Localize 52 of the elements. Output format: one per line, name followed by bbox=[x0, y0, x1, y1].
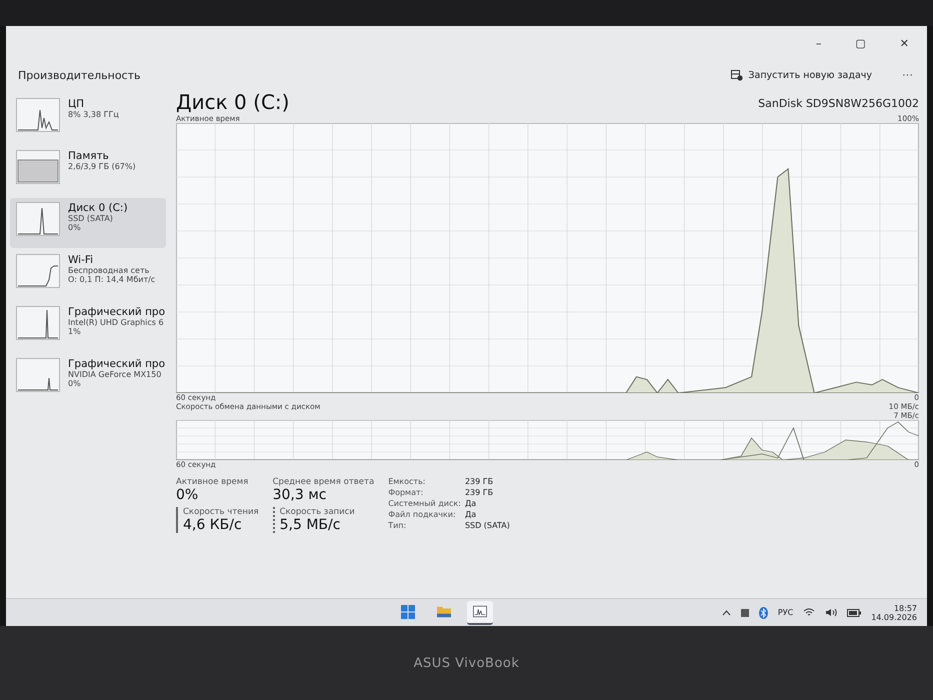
property-label: Системный диск: bbox=[388, 499, 461, 508]
close-button[interactable]: ✕ bbox=[894, 34, 915, 52]
sidebar-item[interactable]: ЦП 8% 3,38 ГГц bbox=[10, 94, 166, 144]
clock[interactable]: 18:57 14.09.2026 bbox=[871, 604, 917, 622]
new-task-icon bbox=[731, 70, 744, 80]
property-label: Тип: bbox=[388, 521, 408, 530]
square-icon[interactable] bbox=[740, 608, 749, 616]
folder-icon bbox=[436, 605, 451, 618]
windows-logo-icon bbox=[400, 604, 415, 618]
stat-value: 5,5 МБ/с bbox=[280, 517, 342, 533]
sidebar-item[interactable]: Wi-Fi Беспроводная сеть О: 0,1 П: 14,4 Мбит/с bbox=[10, 250, 166, 300]
property-label: Формат: bbox=[388, 488, 424, 497]
wifi-icon[interactable] bbox=[803, 608, 816, 617]
language-indicator[interactable]: РУС bbox=[778, 608, 794, 617]
stat-value: 4,6 КБ/с bbox=[183, 517, 243, 533]
property-label: Файл подкачки: bbox=[388, 510, 457, 519]
mini-graph-icon bbox=[16, 98, 60, 132]
mini-graph-icon bbox=[16, 150, 60, 184]
stat-value: 30,3 мс bbox=[272, 487, 328, 503]
section-title: Производительность bbox=[18, 68, 142, 82]
battery-icon[interactable] bbox=[847, 608, 862, 616]
stat-label: Скорость записи bbox=[280, 507, 356, 517]
disk-model: SanDisk SD9SN8W256G1002 bbox=[758, 97, 919, 112]
new-task-button[interactable]: Запустить новую задачу bbox=[725, 68, 878, 82]
sidebar-item[interactable]: Память 2,6/3,9 ГБ (67%) bbox=[10, 146, 166, 196]
disk-title: Диск 0 (C:) bbox=[176, 90, 290, 114]
property-value: 239 ГБ bbox=[464, 477, 494, 486]
sidebar-item[interactable]: Графический про NVIDIA GeForce MX150 0% bbox=[10, 354, 166, 404]
stat-label: Активное время bbox=[176, 477, 250, 487]
chevron-up-icon[interactable] bbox=[722, 610, 731, 616]
taskbar-app[interactable] bbox=[466, 600, 493, 624]
sidebar-item[interactable]: Диск 0 (C:) SSD (SATA) 0% bbox=[10, 198, 166, 248]
task-manager-icon bbox=[472, 605, 487, 618]
sidebar-item[interactable]: Графический про Intel(R) UHD Graphics 6 1% bbox=[10, 302, 166, 352]
mini-graph-icon bbox=[16, 358, 60, 392]
mini-graph-icon bbox=[16, 202, 60, 236]
bluetooth-icon[interactable] bbox=[758, 606, 768, 618]
stat-label: Скорость чтения bbox=[183, 507, 259, 517]
property-value: 239 ГБ bbox=[464, 488, 494, 497]
property-value: Да bbox=[464, 499, 478, 508]
stat-value: 0% bbox=[176, 487, 200, 503]
property-value: SSD (SATA) bbox=[464, 521, 510, 530]
property-value: Да bbox=[464, 510, 478, 519]
maximize-button[interactable]: ▢ bbox=[849, 34, 872, 52]
mini-graph-icon bbox=[16, 254, 60, 288]
stat-label: Среднее время ответа bbox=[272, 477, 374, 487]
mini-graph-icon bbox=[16, 306, 60, 340]
minimize-button[interactable]: – bbox=[810, 34, 828, 52]
property-label: Емкость: bbox=[388, 477, 426, 486]
more-button[interactable]: ··· bbox=[896, 68, 919, 82]
laptop-brand: ASUS VivoBook bbox=[414, 656, 520, 670]
speaker-icon[interactable] bbox=[825, 608, 838, 617]
